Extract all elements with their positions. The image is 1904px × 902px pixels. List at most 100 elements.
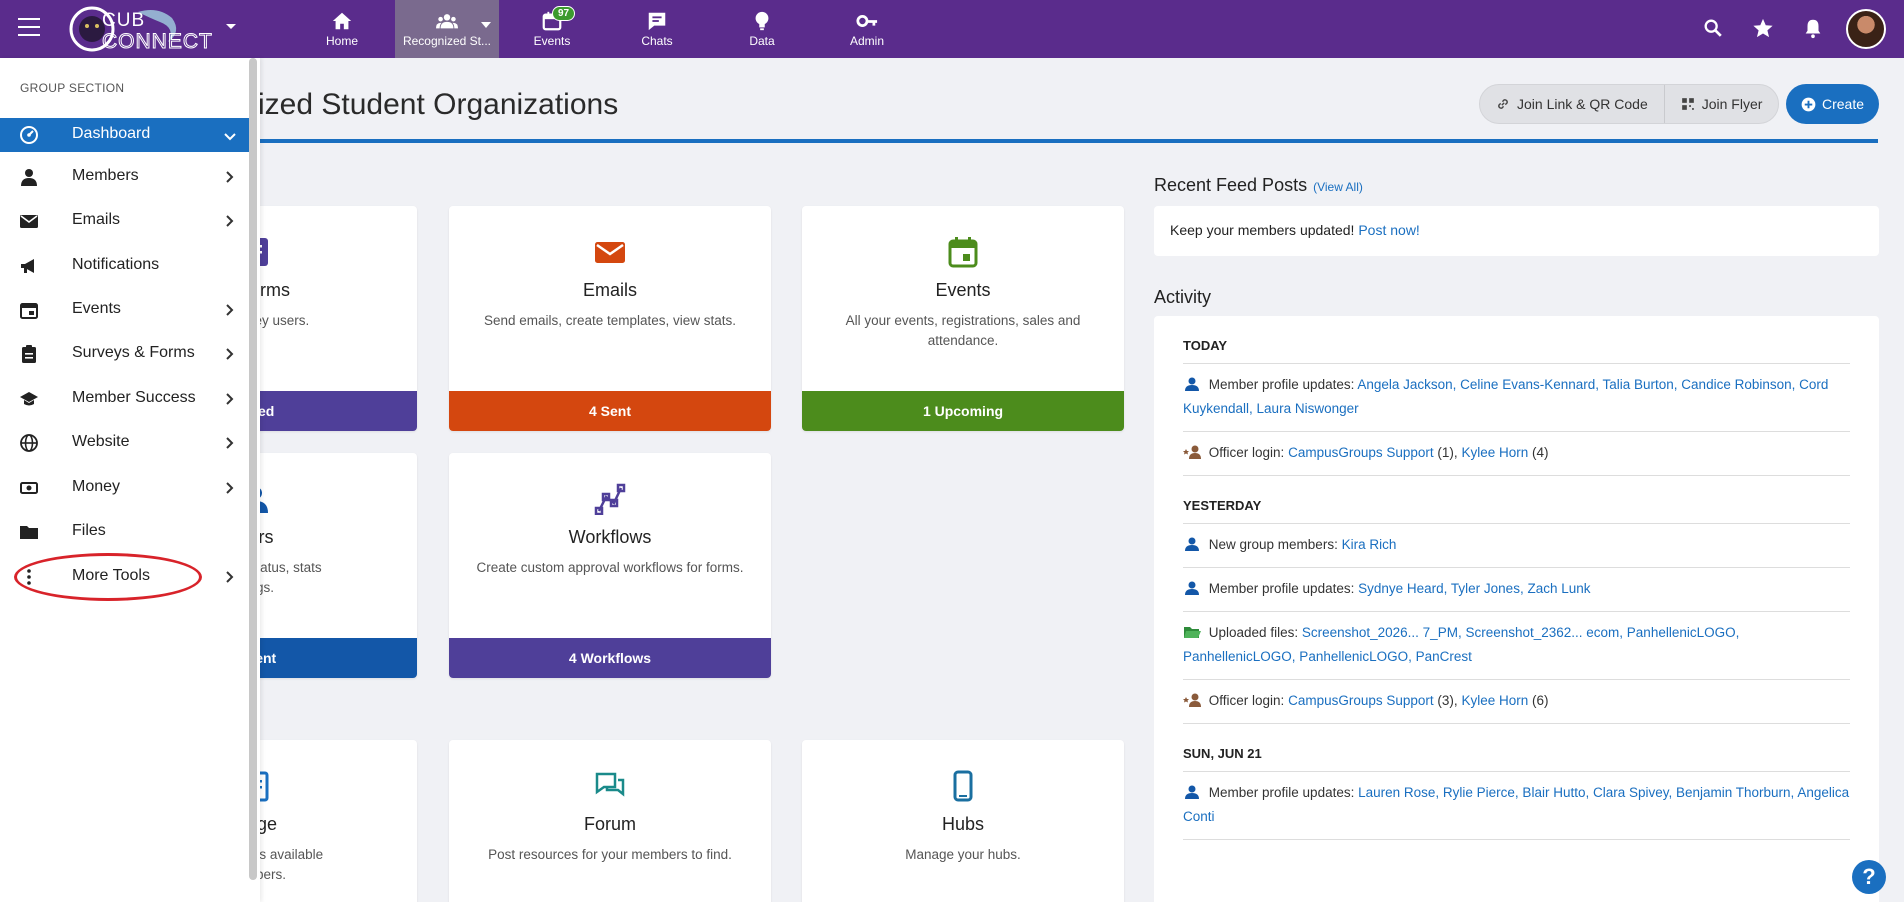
card-emails[interactable]: Emails Send emails, create templates, vi…	[449, 206, 771, 431]
envelope-icon	[20, 215, 38, 228]
card-description: Post resources for your members to find.	[488, 847, 732, 862]
sidebar-item-label: Member Success	[72, 389, 196, 406]
card-hubs[interactable]: Hubs Manage your hubs.	[802, 740, 1124, 902]
activity-officer-link[interactable]: CampusGroups Support	[1288, 445, 1434, 460]
card-description: Send emails, create templates, view stat…	[483, 313, 737, 328]
sidebar-item-label: Emails	[72, 211, 121, 228]
svg-text:CUB: CUB	[102, 10, 145, 31]
person-icon	[21, 169, 37, 186]
activity-count: (3),	[1437, 693, 1458, 708]
sidebar-item-money[interactable]: Money	[0, 466, 250, 510]
nav-admin[interactable]: Admin	[815, 0, 919, 58]
sidebar-item-notifications[interactable]: Notifications	[0, 244, 250, 288]
user-avatar[interactable]	[1846, 9, 1886, 49]
chevron-down-icon	[481, 22, 491, 28]
chat-icon	[648, 12, 666, 31]
sidebar-item-website[interactable]: Website	[0, 421, 250, 465]
sidebar-item-events[interactable]: Events	[0, 288, 250, 332]
sidebar-item-surveys-forms[interactable]: Surveys & Forms	[0, 332, 250, 376]
workflow-icon	[594, 483, 626, 515]
card-events[interactable]: Events All your events, registrations, s…	[802, 206, 1124, 431]
person-icon	[1185, 377, 1199, 391]
bell-icon[interactable]	[1802, 17, 1824, 39]
activity-officer-link[interactable]: CampusGroups Support	[1288, 693, 1434, 708]
group-section-sidebar: GROUP SECTION Dashboard Members Emails N…	[0, 58, 260, 902]
join-link-qr-button[interactable]: Join Link & QR Code	[1480, 85, 1664, 123]
sidebar-item-label: Surveys & Forms	[72, 344, 195, 361]
nav-chats-label: Chats	[641, 34, 673, 48]
calendar-icon	[20, 303, 38, 319]
sidebar-scrollbar[interactable]	[249, 58, 257, 880]
card-description: Manage your hubs.	[905, 847, 1021, 862]
nav-chats[interactable]: Chats	[605, 0, 709, 58]
title-underline	[258, 139, 1878, 143]
card-title: Events	[935, 280, 991, 300]
svg-text:CONNECT: CONNECT	[102, 30, 213, 53]
activity-row: Officer login: CampusGroups Support (3),…	[1183, 680, 1850, 724]
graduation-cap-icon	[20, 392, 38, 406]
recent-feed-title: Recent Feed Posts	[1154, 175, 1308, 195]
sidebar-item-member-success[interactable]: Member Success	[0, 377, 250, 421]
nav-home[interactable]: Home	[290, 0, 394, 58]
activity-feed: TODAY Member profile updates: Angela Jac…	[1154, 316, 1879, 902]
nav-recognized-label: Recognized St...	[402, 34, 492, 48]
link-icon	[1498, 99, 1508, 109]
qr-code-icon	[1681, 98, 1694, 110]
person-icon	[1185, 537, 1199, 551]
mobile-icon	[953, 770, 973, 802]
person-icon	[1185, 785, 1199, 799]
nav-events[interactable]: 97 Events	[500, 0, 604, 58]
sidebar-item-dashboard[interactable]: Dashboard	[0, 118, 250, 152]
activity-member-links[interactable]: Sydnye Heard, Tyler Jones, Zach Lunk	[1358, 581, 1590, 596]
card-footer-stat[interactable]: 4 Sent	[449, 391, 771, 431]
card-forum[interactable]: Forum Post resources for your members to…	[449, 740, 771, 902]
activity-count: (1),	[1437, 445, 1458, 460]
dashboard-icon	[20, 126, 38, 144]
nav-events-label: Events	[533, 34, 571, 48]
envelope-icon	[595, 242, 625, 263]
chevron-right-icon	[226, 215, 234, 227]
search-icon[interactable]	[1702, 17, 1724, 39]
globe-icon	[20, 434, 38, 452]
officer-icon	[1183, 445, 1201, 459]
view-all-link[interactable]: (View All)	[1313, 180, 1363, 194]
card-title: Emails	[582, 280, 637, 300]
help-button[interactable]: ?	[1852, 860, 1886, 894]
chevron-right-icon	[226, 393, 234, 405]
hamburger-menu-icon[interactable]	[18, 18, 40, 38]
clipboard-icon	[22, 345, 36, 363]
sidebar-item-files[interactable]: Files	[0, 510, 250, 554]
activity-row: New group members: Kira Rich	[1183, 524, 1850, 568]
nav-recognized-student-orgs[interactable]: Recognized St...	[395, 0, 499, 58]
chevron-right-icon	[226, 437, 234, 449]
officer-icon	[1183, 693, 1201, 707]
nav-data[interactable]: Data	[710, 0, 814, 58]
create-button[interactable]: Create	[1786, 84, 1879, 124]
sidebar-item-label: Dashboard	[72, 125, 151, 142]
join-link-label: Join Link & QR Code	[1517, 96, 1648, 112]
join-flyer-button[interactable]: Join Flyer	[1663, 85, 1779, 123]
home-icon	[332, 12, 352, 30]
recent-feed-heading: Recent Feed Posts (View All)	[1154, 175, 1363, 196]
activity-label: Member profile updates:	[1208, 785, 1355, 800]
card-workflows[interactable]: Workflows Create custom approval workflo…	[449, 453, 771, 678]
activity-member-links[interactable]: Kira Rich	[1342, 537, 1397, 552]
post-now-link[interactable]: Post now!	[1358, 222, 1419, 238]
activity-count: (6)	[1532, 693, 1549, 708]
card-footer-stat[interactable]: 1 Upcoming	[802, 391, 1124, 431]
star-icon[interactable]	[1752, 17, 1774, 39]
sidebar-section-title: GROUP SECTION	[20, 81, 125, 95]
activity-row: Member profile updates: Lauren Rose, Ryl…	[1183, 772, 1850, 840]
sidebar-item-emails[interactable]: Emails	[0, 199, 250, 243]
sidebar-item-members[interactable]: Members	[0, 155, 250, 199]
activity-day-sun-jun-21: SUN, JUN 21	[1183, 724, 1850, 772]
activity-row: Uploaded files: Screenshot_2026... 7_PM,…	[1183, 612, 1850, 680]
cub-connect-logo[interactable]: CUB CONNECT	[68, 4, 236, 54]
nav-home-label: Home	[325, 34, 358, 48]
activity-officer-link[interactable]: Kylee Horn	[1461, 445, 1528, 460]
card-footer-stat[interactable]: 4 Workflows	[449, 638, 771, 678]
activity-officer-link[interactable]: Kylee Horn	[1461, 693, 1528, 708]
nav-data-label: Data	[749, 34, 775, 48]
key-icon	[856, 15, 878, 27]
activity-label: Member profile updates:	[1208, 581, 1355, 596]
